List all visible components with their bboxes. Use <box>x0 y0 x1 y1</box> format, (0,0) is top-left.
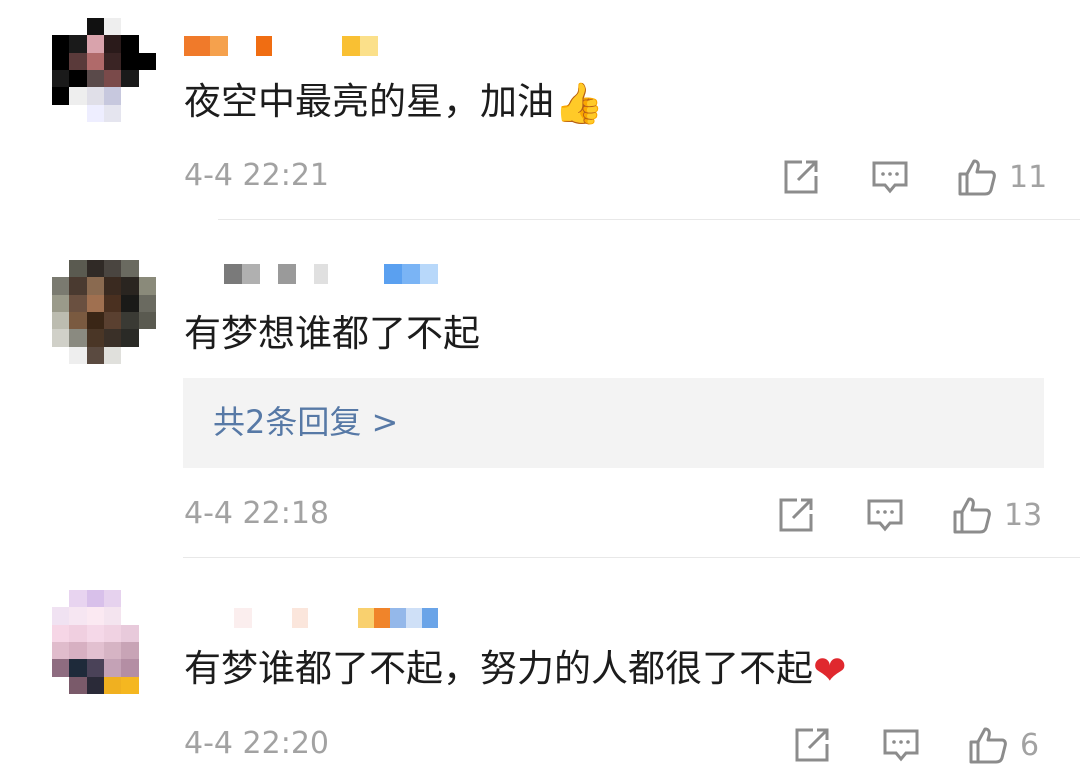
timestamp: 4-4 22:18 <box>184 496 329 531</box>
timestamp: 4-4 22:20 <box>184 726 329 761</box>
avatar[interactable] <box>52 18 156 122</box>
comment-text: 有梦谁都了不起，努力的人都很了不起❤ <box>184 647 847 693</box>
thumbs-up-icon <box>953 497 991 534</box>
thumbs-up-icon <box>958 159 996 196</box>
comment-button[interactable] <box>871 157 909 197</box>
avatar[interactable] <box>52 260 156 364</box>
comment-text: 夜空中最亮的星，加油👍 <box>184 80 604 126</box>
comment-2: 有梦想谁都了不起 共2条回复 > 4-4 22:18 13 <box>0 220 1080 558</box>
comment-text: 有梦想谁都了不起 <box>184 312 480 356</box>
like-count: 6 <box>1020 727 1040 763</box>
heart-emoji-icon: ❤ <box>813 647 847 694</box>
comment-button[interactable] <box>866 495 904 535</box>
comment-icon <box>867 499 903 532</box>
comment-icon <box>872 161 908 194</box>
share-button[interactable] <box>782 157 820 197</box>
comment-text-content: 夜空中最亮的星，加油 <box>184 80 554 123</box>
timestamp: 4-4 22:21 <box>184 158 329 193</box>
username-redacted[interactable] <box>184 260 438 288</box>
comment-text-content: 有梦谁都了不起，努力的人都很了不起 <box>184 647 813 690</box>
share-icon <box>779 498 813 532</box>
avatar[interactable] <box>52 590 156 694</box>
share-button[interactable] <box>793 725 831 765</box>
username-redacted[interactable] <box>184 32 378 60</box>
view-replies-link[interactable]: 共2条回复 > <box>213 400 398 444</box>
comment-button[interactable] <box>882 725 920 765</box>
thumbs-up-emoji-icon: 👍 <box>554 80 604 127</box>
username-redacted[interactable] <box>184 604 438 632</box>
like-button[interactable]: 11 <box>957 157 1047 197</box>
replies-panel[interactable]: 共2条回复 > <box>183 378 1044 468</box>
comment-icon <box>883 729 919 762</box>
share-icon <box>795 728 829 762</box>
comment-text-content: 有梦想谁都了不起 <box>184 312 480 355</box>
like-count: 13 <box>1004 497 1043 533</box>
like-button[interactable]: 13 <box>952 495 1042 535</box>
share-button[interactable] <box>777 495 815 535</box>
share-icon <box>784 160 818 194</box>
thumbs-up-icon <box>969 727 1007 764</box>
comment-1: 夜空中最亮的星，加油👍 4-4 22:21 11 <box>0 0 1080 220</box>
comment-3: 有梦谁都了不起，努力的人都很了不起❤ 4-4 22:20 6 <box>0 558 1080 781</box>
like-button[interactable]: 6 <box>968 725 1039 765</box>
like-count: 11 <box>1009 159 1048 195</box>
